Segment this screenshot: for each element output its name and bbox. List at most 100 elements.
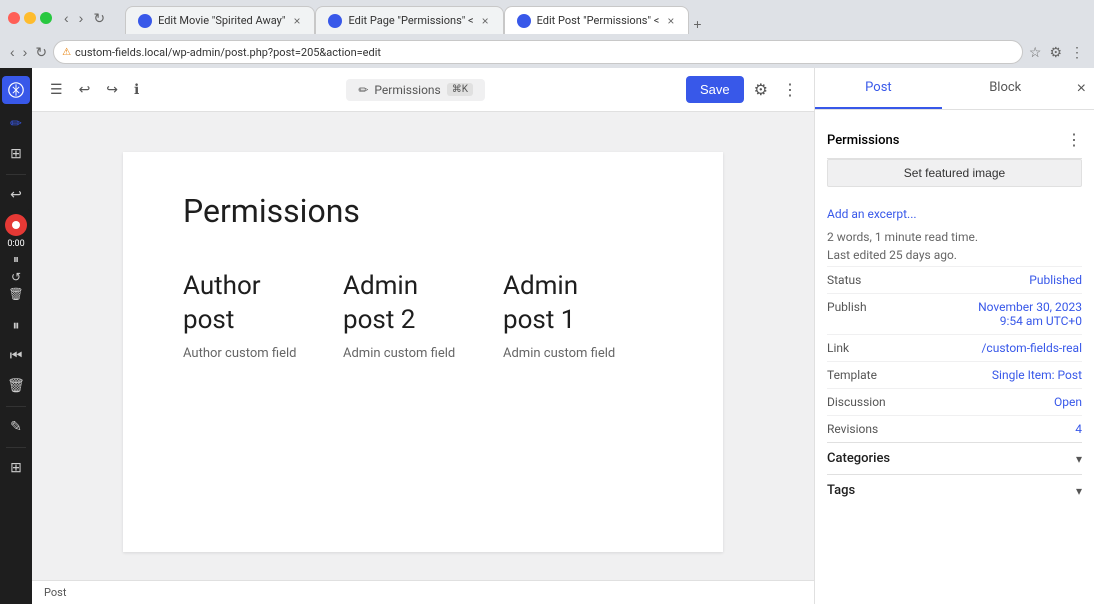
col-heading-2: Admin post 2 bbox=[343, 270, 483, 338]
browser-chrome: ‹ › ↻ Edit Movie "Spirited Away" × Edit … bbox=[0, 0, 1094, 68]
minimize-window-button[interactable] bbox=[24, 12, 36, 24]
menu-button[interactable]: ⋮ bbox=[1068, 42, 1086, 63]
sidebar-tab-post[interactable]: Post bbox=[815, 68, 942, 109]
refresh-button[interactable]: ↻ bbox=[89, 8, 109, 29]
col-subtext-3: Admin custom field bbox=[503, 346, 643, 361]
undo-button[interactable]: ↩ bbox=[73, 77, 97, 102]
security-icon: ⚠ bbox=[62, 47, 71, 58]
status-value[interactable]: Published bbox=[1029, 273, 1082, 287]
address-bar-row: ‹ › ↻ ⚠ custom-fields.local/wp-admin/pos… bbox=[0, 36, 1094, 68]
add-excerpt-link[interactable]: Add an excerpt... bbox=[827, 207, 917, 221]
bookmark-button[interactable]: ☆ bbox=[1027, 42, 1044, 63]
close-window-button[interactable] bbox=[8, 12, 20, 24]
tab-title-2: Edit Page "Permissions" < bbox=[348, 14, 473, 27]
toolbar-grid-icon[interactable]: ⊞ bbox=[2, 454, 30, 482]
settings-button[interactable]: ⚙ bbox=[750, 76, 772, 104]
template-value[interactable]: Single Item: Post bbox=[992, 368, 1082, 382]
toolbar-edit-icon[interactable]: ✏ bbox=[2, 110, 30, 138]
toolbar-pen-icon[interactable]: ✎ bbox=[2, 413, 30, 441]
record-time: 0:00 bbox=[7, 239, 24, 249]
last-edited-meta: Last edited 25 days ago. bbox=[827, 248, 1082, 262]
recording-widget: 0:00 ⏸ ↺ 🗑 bbox=[0, 208, 32, 307]
address-bar[interactable]: ⚠ custom-fields.local/wp-admin/post.php?… bbox=[53, 40, 1023, 64]
record-trash-icon[interactable]: 🗑 bbox=[8, 287, 23, 301]
extensions-button[interactable]: ⚙ bbox=[1047, 42, 1064, 63]
sidebar-tab-block[interactable]: Block bbox=[942, 68, 1069, 109]
col-heading-1: Author post bbox=[183, 270, 323, 338]
tab-close-3[interactable]: × bbox=[665, 14, 676, 28]
url-text: custom-fields.local/wp-admin/post.php?po… bbox=[75, 46, 1014, 59]
revisions-row: Revisions 4 bbox=[827, 415, 1082, 442]
editor-toolbar-left: ☰ ↩ ↪ ℹ bbox=[44, 77, 145, 102]
toolbar-block-icon[interactable]: ⊞ bbox=[2, 140, 30, 168]
tags-chevron-icon: ▾ bbox=[1076, 484, 1082, 498]
browser-tab-2[interactable]: Edit Page "Permissions" < × bbox=[315, 6, 503, 34]
tags-collapse[interactable]: Tags ▾ bbox=[827, 474, 1082, 506]
toolbar-back-icon[interactable]: ⏮ bbox=[2, 342, 30, 370]
forward-button[interactable]: › bbox=[75, 8, 88, 28]
maximize-window-button[interactable] bbox=[40, 12, 52, 24]
more-options-button[interactable]: ⋮ bbox=[778, 76, 802, 104]
featured-image-section: Set featured image bbox=[827, 159, 1082, 195]
save-button[interactable]: Save bbox=[686, 76, 744, 103]
browser-tab-3[interactable]: Edit Post "Permissions" < × bbox=[504, 6, 690, 34]
toolbar-separator-4 bbox=[6, 447, 26, 448]
template-label: Template bbox=[827, 368, 877, 382]
redo-button[interactable]: ↪ bbox=[100, 77, 124, 102]
tab-title-1: Edit Movie "Spirited Away" bbox=[158, 14, 285, 27]
link-value[interactable]: /custom-fields-real bbox=[981, 341, 1082, 355]
word-count-meta: 2 words, 1 minute read time. bbox=[827, 230, 1082, 244]
main-layout: ✏ ⊞ ↩ ↪ ℹ ▶ ⏸ ⏮ 🗑 ✎ ⊞ 0:00 ⏸ ↺ 🗑 ☰ bbox=[0, 68, 1094, 604]
back-nav-button[interactable]: ‹ bbox=[8, 42, 17, 62]
publish-value[interactable]: November 30, 2023 9:54 am UTC+0 bbox=[978, 300, 1082, 328]
categories-collapse[interactable]: Categories ▾ bbox=[827, 442, 1082, 474]
status-bar: Post bbox=[32, 580, 814, 604]
right-sidebar: Post Block × Permissions ⋮ Set featured … bbox=[814, 68, 1094, 604]
toggle-sidebar-button[interactable]: ☰ bbox=[44, 77, 69, 102]
permissions-section: Permissions ⋮ bbox=[827, 122, 1082, 159]
sidebar-close-button[interactable]: × bbox=[1069, 72, 1094, 106]
status-bar-text: Post bbox=[44, 586, 66, 599]
discussion-value[interactable]: Open bbox=[1054, 395, 1082, 409]
editor-content: Permissions Author post Author custom fi… bbox=[32, 112, 814, 580]
browser-top-bar: ‹ › ↻ Edit Movie "Spirited Away" × Edit … bbox=[0, 0, 1094, 36]
wp-logo-icon bbox=[8, 82, 24, 98]
wp-logo[interactable] bbox=[2, 76, 30, 104]
sidebar-content: Permissions ⋮ Set featured image Add an … bbox=[815, 110, 1094, 604]
set-featured-image-button[interactable]: Set featured image bbox=[827, 159, 1082, 187]
content-col-1: Author post Author custom field bbox=[183, 270, 343, 361]
tab-close-1[interactable]: × bbox=[291, 14, 302, 28]
content-col-3: Admin post 1 Admin custom field bbox=[503, 270, 663, 361]
toolbar-delete-icon[interactable]: 🗑 bbox=[2, 372, 30, 400]
record-button[interactable] bbox=[5, 214, 27, 236]
doc-title-text: Permissions bbox=[374, 83, 440, 97]
tab-close-2[interactable]: × bbox=[480, 14, 491, 28]
content-col-2: Admin post 2 Admin custom field bbox=[343, 270, 503, 361]
record-restart-icon[interactable]: ↺ bbox=[11, 270, 21, 284]
editor-toolbar-right: Save ⚙ ⋮ bbox=[686, 76, 802, 104]
discussion-row: Discussion Open bbox=[827, 388, 1082, 415]
browser-tabs: Edit Movie "Spirited Away" × Edit Page "… bbox=[117, 2, 713, 34]
toolbar-separator-3 bbox=[6, 406, 26, 407]
toolbar-undo-icon[interactable]: ↩ bbox=[2, 181, 30, 209]
toolbar-pause-icon[interactable]: ⏸ bbox=[2, 312, 30, 340]
status-label: Status bbox=[827, 273, 861, 287]
editor-center: ✏ Permissions ⌘K bbox=[153, 79, 678, 101]
browser-tab-1[interactable]: Edit Movie "Spirited Away" × bbox=[125, 6, 315, 34]
revisions-value[interactable]: 4 bbox=[1075, 422, 1082, 436]
template-row: Template Single Item: Post bbox=[827, 361, 1082, 388]
link-row: Link /custom-fields-real bbox=[827, 334, 1082, 361]
refresh-nav-button[interactable]: ↻ bbox=[33, 42, 49, 63]
back-button[interactable]: ‹ bbox=[60, 8, 73, 28]
excerpt-section: Add an excerpt... bbox=[827, 207, 1082, 222]
status-row: Status Published bbox=[827, 266, 1082, 293]
record-pause-icon[interactable]: ⏸ bbox=[13, 252, 19, 267]
browser-window-controls bbox=[8, 12, 52, 24]
new-tab-button[interactable]: + bbox=[689, 14, 705, 34]
doc-edit-icon: ✏ bbox=[358, 83, 368, 97]
forward-nav-button[interactable]: › bbox=[21, 42, 30, 62]
publish-row: Publish November 30, 2023 9:54 am UTC+0 bbox=[827, 293, 1082, 334]
content-columns: Author post Author custom field Admin po… bbox=[183, 270, 663, 361]
details-button[interactable]: ℹ bbox=[128, 77, 145, 102]
permissions-menu-button[interactable]: ⋮ bbox=[1066, 130, 1082, 150]
